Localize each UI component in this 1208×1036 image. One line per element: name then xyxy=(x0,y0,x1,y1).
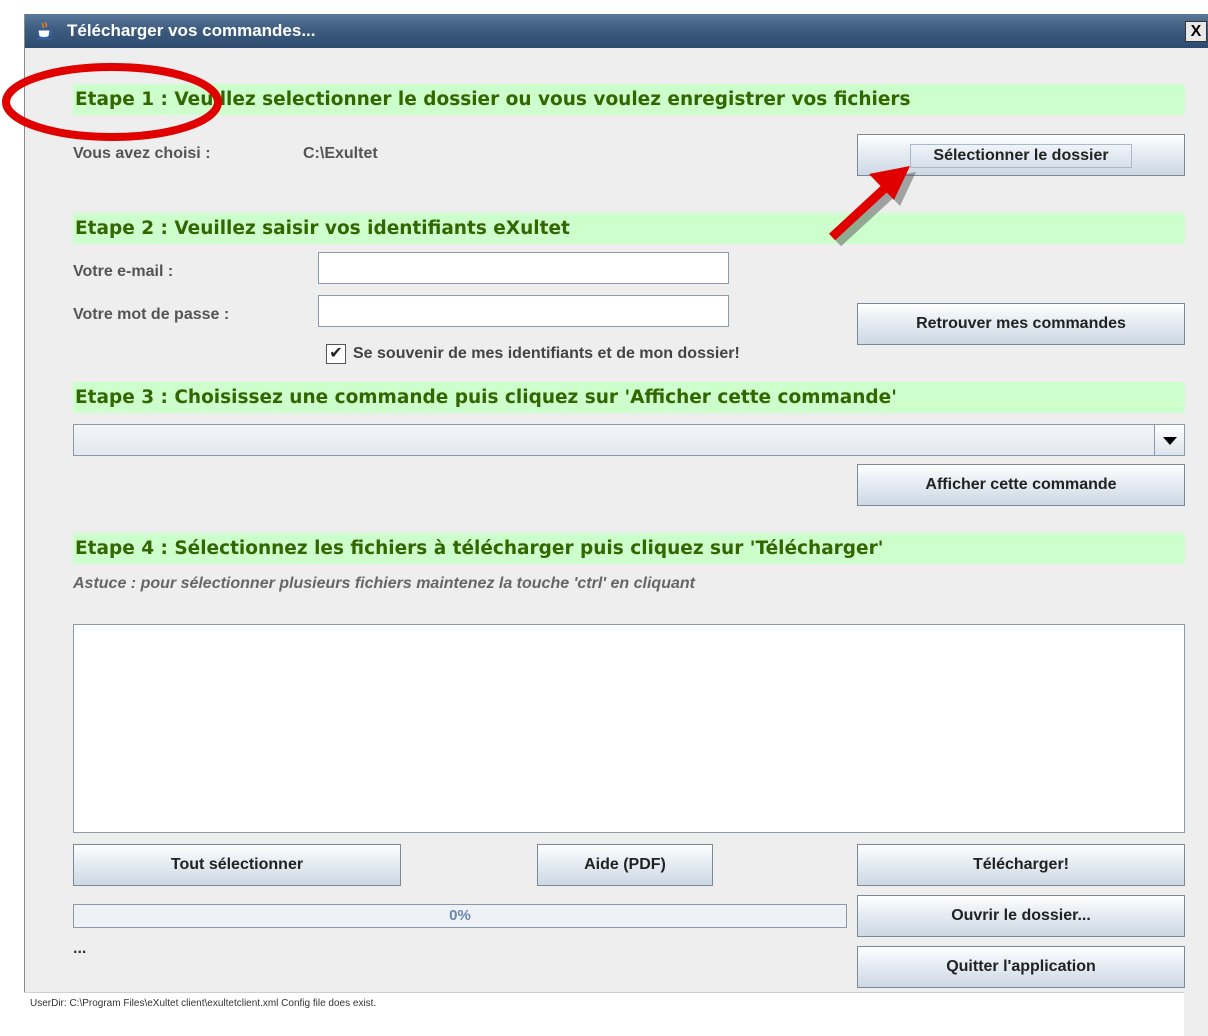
select-folder-button-label: Sélectionner le dossier xyxy=(910,144,1132,168)
checkmark-icon: ✔ xyxy=(329,345,343,362)
download-progress-bar: 0% xyxy=(73,904,847,928)
order-select[interactable] xyxy=(73,424,1185,456)
close-icon: X xyxy=(1190,23,1202,40)
log-output: UserDir: C:\Program Files\eXultet client… xyxy=(24,992,1184,1036)
email-label: Votre e-mail : xyxy=(73,263,174,280)
java-coffee-icon xyxy=(37,21,53,40)
select-folder-button[interactable]: Sélectionner le dossier xyxy=(857,134,1185,176)
step4-header: Etape 4 : Sélectionnez les fichiers à té… xyxy=(73,533,1185,564)
status-ellipsis: ... xyxy=(73,940,87,957)
remember-label: Se souvenir de mes identifiants et de mo… xyxy=(353,345,740,362)
log-line: UserDir: C:\Program Files\eXultet client… xyxy=(30,998,377,1009)
chosen-folder-value: C:\Exultet xyxy=(303,145,378,162)
step1-header: Etape 1 : Veuillez selectionner le dossi… xyxy=(73,84,1185,115)
chosen-folder-label: Vous avez choisi : xyxy=(73,145,211,162)
open-folder-button[interactable]: Ouvrir le dossier... xyxy=(857,895,1185,937)
step2-header: Etape 2 : Veuillez saisir vos identifian… xyxy=(73,213,1185,244)
find-orders-button[interactable]: Retrouver mes commandes xyxy=(857,303,1185,345)
download-button[interactable]: Télécharger! xyxy=(857,844,1185,886)
file-list[interactable] xyxy=(73,624,1185,833)
progress-text: 0% xyxy=(449,907,471,924)
show-order-button[interactable]: Afficher cette commande xyxy=(857,464,1185,506)
step3-header: Etape 3 : Choisissez une commande puis c… xyxy=(73,382,1185,413)
password-field[interactable] xyxy=(318,295,729,327)
title-bar[interactable]: Télécharger vos commandes... X xyxy=(25,14,1208,48)
email-field[interactable] xyxy=(318,252,729,284)
app-window: Télécharger vos commandes... X Etape 1 :… xyxy=(24,14,1208,1036)
multi-select-hint: Astuce : pour sélectionner plusieurs fic… xyxy=(73,575,695,592)
chevron-down-icon[interactable] xyxy=(1154,425,1184,455)
select-all-button[interactable]: Tout sélectionner xyxy=(73,844,401,886)
close-button[interactable]: X xyxy=(1185,21,1207,42)
quit-button[interactable]: Quitter l'application xyxy=(857,946,1185,988)
window-title: Télécharger vos commandes... xyxy=(67,21,316,40)
help-pdf-button[interactable]: Aide (PDF) xyxy=(537,844,713,886)
password-label: Votre mot de passe : xyxy=(73,306,230,323)
remember-checkbox[interactable]: ✔ xyxy=(326,344,346,364)
